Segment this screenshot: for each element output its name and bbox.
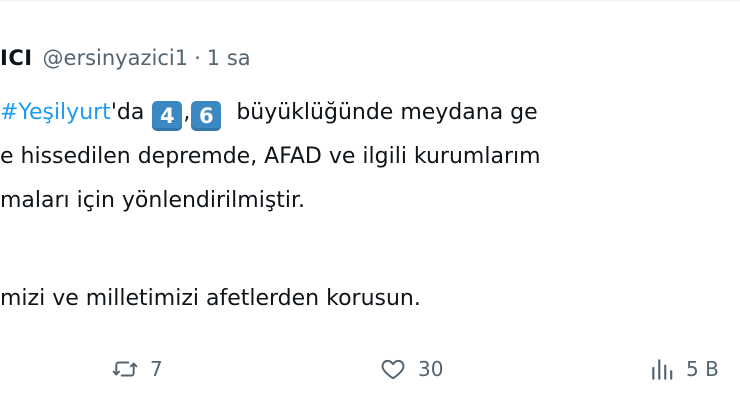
author-name[interactable]: ICI [0, 46, 33, 70]
tweet-text-line-2: e hissedilen depremde, AFAD ve ilgili ku… [0, 144, 541, 169]
retweet-count: 7 [150, 357, 163, 381]
tweet-text: #Yeşilyurt'da 4,6 büyüklüğünde meydana g… [0, 91, 541, 223]
views-count: 5 B [686, 357, 719, 381]
tweet-text-line-1: #Yeşilyurt'da 4,6 büyüklüğünde meydana g… [0, 91, 541, 135]
hashtag-link[interactable]: #Yeşilyurt [0, 100, 111, 125]
like-button[interactable]: 30 [378, 349, 443, 389]
retweet-button[interactable]: 7 [110, 349, 163, 389]
heart-icon [378, 356, 408, 382]
author-handle[interactable]: @ersinyazici1 [43, 46, 189, 70]
text-fragment: büyüklüğünde meydana ge [236, 100, 538, 125]
text-fragment: 'da [110, 100, 145, 125]
tweet-timestamp[interactable]: 1 sa [207, 46, 251, 70]
tweet-card[interactable]: ICI @ersinyazici1 · 1 sa #Yeşilyurt'da 4… [0, 0, 740, 417]
text-fragment: , [183, 100, 191, 125]
views-button[interactable]: 5 B [648, 349, 719, 389]
header-separator: · [194, 46, 201, 70]
tweet-text-line-3: maları için yönlendirilmiştir. [0, 188, 306, 213]
like-count: 30 [418, 357, 444, 381]
tweet-header: ICI @ersinyazici1 · 1 sa [0, 41, 251, 75]
retweet-icon [110, 356, 140, 382]
keycap-digit-emoji: 4 [152, 101, 183, 131]
keycap-digit-emoji: 6 [191, 101, 222, 131]
bar-chart-icon [648, 356, 676, 382]
tweet-text-line-4: mizi ve milletimizi afetlerden korusun. [0, 286, 421, 311]
tweet-actions-bar: 7 30 5 B [0, 349, 740, 389]
